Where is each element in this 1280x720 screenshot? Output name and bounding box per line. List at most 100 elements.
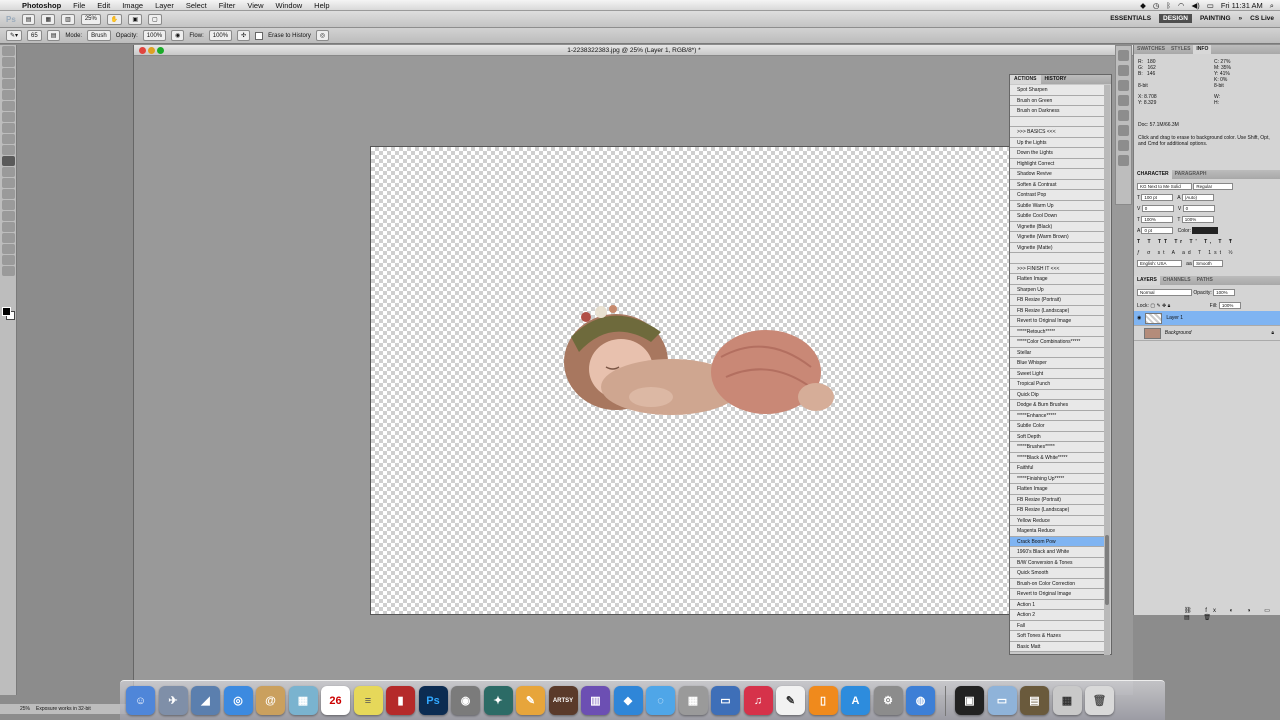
action-item[interactable]: *****Black & White***** <box>1010 452 1104 463</box>
3d-rotate-tool-icon[interactable] <box>2 244 15 254</box>
charts-icon[interactable]: ▥ <box>581 686 610 715</box>
action-item[interactable]: 1960's Black and White <box>1010 547 1104 558</box>
tab-history[interactable]: HISTORY <box>1041 75 1071 84</box>
font-style-select[interactable]: Regular <box>1193 183 1234 191</box>
image-capture-icon[interactable]: ▦ <box>288 686 318 715</box>
action-item[interactable] <box>1010 116 1104 127</box>
menu-file[interactable]: File <box>67 1 91 10</box>
spotlight-icon[interactable]: ⌕ <box>1270 1 1274 11</box>
ibooks-icon[interactable]: ▯ <box>808 686 838 715</box>
styles-panel-icon[interactable] <box>1118 125 1129 136</box>
actions-scrollbar[interactable] <box>1104 85 1110 655</box>
action-item[interactable]: Revert to Original Image <box>1010 316 1104 327</box>
stickies-icon[interactable]: ≡ <box>353 686 383 715</box>
battery-icon[interactable]: ▭ <box>1207 1 1214 10</box>
terminal-icon[interactable]: ▣ <box>955 686 984 715</box>
calendar-icon[interactable]: 26 <box>321 686 350 715</box>
action-item[interactable]: Blue Whisper <box>1010 358 1104 369</box>
action-item[interactable] <box>1010 253 1104 264</box>
tab-character[interactable]: CHARACTER <box>1134 170 1172 179</box>
calculator-icon[interactable]: ▦ <box>678 686 708 715</box>
app-store-icon[interactable]: A <box>841 686 870 715</box>
vertical-scale-field[interactable]: 100% <box>1141 216 1174 224</box>
close-window-icon[interactable] <box>139 47 146 54</box>
layer-opacity-field[interactable]: 100% <box>1213 289 1236 297</box>
tab-info[interactable]: INFO <box>1193 45 1212 54</box>
status-text[interactable]: Exposure works in 32-bit <box>36 706 91 712</box>
move-tool-icon[interactable] <box>2 46 15 56</box>
action-item[interactable]: Flatten Image <box>1010 484 1104 495</box>
eraser-tool-icon[interactable] <box>2 156 15 166</box>
action-item[interactable]: Soften & Contrast <box>1010 179 1104 190</box>
cs-live-button[interactable]: CS Live <box>1250 15 1274 22</box>
action-item[interactable]: Crack Boom Pow <box>1010 536 1104 547</box>
arrange-documents-button[interactable]: ▣ <box>128 13 142 25</box>
action-item[interactable]: Dodge & Burn Brushes <box>1010 400 1104 411</box>
volume-icon[interactable]: ◀) <box>1191 1 1199 10</box>
pencil-icon[interactable]: ✎ <box>776 686 805 715</box>
menu-layer[interactable]: Layer <box>149 1 180 10</box>
finder-icon[interactable]: ☺ <box>126 686 155 715</box>
layer-row-background[interactable]: Background 🔒︎ <box>1134 326 1280 341</box>
menubar-clock[interactable]: Fri 11:31 AM <box>1221 1 1263 10</box>
action-item[interactable]: FB Resize (Portrait) <box>1010 494 1104 505</box>
tablet-size-icon[interactable]: ◎ <box>315 30 330 41</box>
action-item[interactable]: FB Resize (Landscape) <box>1010 305 1104 316</box>
history-panel-icon[interactable] <box>1118 140 1129 151</box>
action-item[interactable]: Stellar <box>1010 347 1104 358</box>
image-canvas[interactable] <box>370 146 1010 615</box>
menu-select[interactable]: Select <box>180 1 213 10</box>
menu-edit[interactable]: Edit <box>91 1 116 10</box>
minimize-window-icon[interactable] <box>148 47 155 54</box>
status-zoom[interactable]: 25% <box>20 706 30 712</box>
leading-field[interactable]: (Auto) <box>1181 194 1214 202</box>
action-item[interactable]: Sharpen Up <box>1010 284 1104 295</box>
type-style-buttons[interactable]: T T TT Tr T' T, T Ŧ <box>1137 237 1277 248</box>
action-item[interactable]: Yellow Reduce <box>1010 515 1104 526</box>
stack-icon[interactable]: ▤ <box>1020 686 1049 715</box>
tab-swatches[interactable]: SWATCHES <box>1134 45 1168 54</box>
app-name-menu[interactable]: Photoshop <box>22 1 67 10</box>
action-item[interactable]: FB Resize (Portrait) <box>1010 295 1104 306</box>
foreground-color-swatch[interactable] <box>2 307 11 316</box>
dodge-tool-icon[interactable] <box>2 189 15 199</box>
clone-source-icon[interactable] <box>1118 110 1129 121</box>
dropbox-status-icon[interactable]: ◆ <box>1140 1 1146 10</box>
screen-mode-button[interactable]: ▢ <box>147 13 162 25</box>
layer-row-layer-1[interactable]: ◉ Layer 1 <box>1134 311 1280 326</box>
layer-name[interactable]: Background <box>1165 330 1192 336</box>
action-item[interactable]: Subtle Cool Down <box>1010 211 1104 222</box>
tablet-opacity-icon[interactable]: ◉ <box>171 30 185 41</box>
tab-layers[interactable]: LAYERS <box>1134 276 1160 285</box>
path-select-tool-icon[interactable] <box>2 222 15 232</box>
actions-panel-icon[interactable] <box>1118 155 1129 166</box>
workspace-design[interactable]: DESIGN <box>1159 14 1192 23</box>
menu-image[interactable]: Image <box>116 1 149 10</box>
action-item[interactable]: Basic Matt <box>1010 641 1104 652</box>
lock-icons[interactable]: ▢ ✎ ✥ 🔒︎ <box>1150 303 1170 309</box>
photoshop-icon[interactable]: Ps <box>418 686 448 715</box>
swatches-panel-icon[interactable] <box>1118 50 1129 61</box>
launch-minibridge-button[interactable]: ▦ <box>41 13 56 25</box>
action-item[interactable]: Contrast Pop <box>1010 190 1104 201</box>
safari-icon[interactable]: ◎ <box>223 686 253 715</box>
launchpad-icon[interactable]: ✈ <box>158 686 188 715</box>
zoom-level-select[interactable]: 25% <box>80 13 101 25</box>
action-item[interactable]: Fall <box>1010 620 1104 631</box>
action-item[interactable]: >>> FINISH IT <<< <box>1010 263 1104 274</box>
brush-tool-icon[interactable] <box>2 123 15 133</box>
action-item[interactable]: Highlight Correct <box>1010 158 1104 169</box>
action-item[interactable]: Brush on Green <box>1010 95 1104 106</box>
action-item[interactable]: Subtle Warm Up <box>1010 200 1104 211</box>
action-item[interactable]: Sweet Light <box>1010 368 1104 379</box>
brush-size-picker[interactable]: 65 <box>27 30 42 41</box>
hand-tool-button[interactable]: ✋ <box>106 13 123 25</box>
fill-field[interactable]: 100% <box>1218 302 1241 310</box>
wifi-icon[interactable]: ◠ <box>1178 1 1185 10</box>
action-item[interactable]: Brush on Darkness <box>1010 106 1104 117</box>
action-item[interactable]: Soft Tones & Hazes <box>1010 631 1104 642</box>
action-item[interactable]: *****Retouch***** <box>1010 326 1104 337</box>
menu-window[interactable]: Window <box>269 1 308 10</box>
erase-history-checkbox[interactable] <box>255 31 264 40</box>
adjustments-panel-icon[interactable] <box>1118 65 1129 76</box>
